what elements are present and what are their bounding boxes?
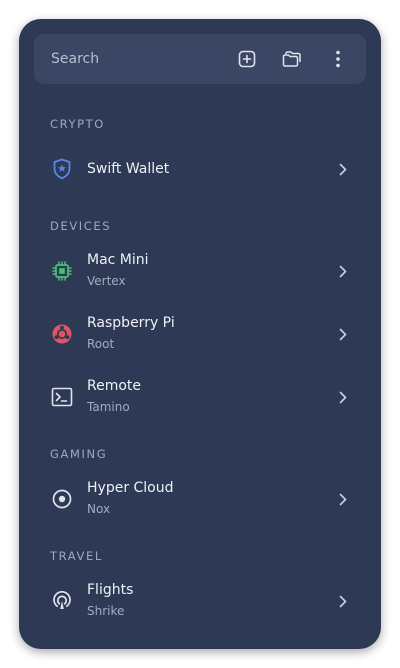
item-title: Remote	[87, 378, 142, 394]
item-title: Flights	[87, 582, 134, 598]
item-subtitle: Nox	[87, 502, 111, 516]
raspberry-pi-icon	[51, 323, 73, 345]
list-item-flights[interactable]: Flights Shrike	[34, 574, 366, 628]
list-item-mac-mini[interactable]: Mac Mini Vertex	[34, 244, 366, 298]
vault-panel: CRYPTO Swift Wallet DEVICES Mac Mini Ver…	[19, 19, 381, 649]
target-icon	[51, 488, 73, 510]
list-item-raspberry-pi[interactable]: Raspberry Pi Root	[34, 307, 366, 361]
chevron-right-icon	[337, 593, 349, 609]
item-subtitle: Shrike	[87, 604, 125, 618]
chip-icon	[51, 260, 73, 282]
chevron-right-icon	[337, 491, 349, 507]
vertical-dots-icon	[336, 50, 340, 68]
add-item-button[interactable]	[235, 47, 259, 71]
section-header-devices: DEVICES	[50, 219, 112, 233]
list-item-hyper-cloud[interactable]: Hyper Cloud Nox	[34, 472, 366, 526]
list-item-remote[interactable]: Remote Tamino	[34, 370, 366, 424]
list-item-swift-wallet[interactable]: Swift Wallet	[34, 142, 366, 196]
item-title: Swift Wallet	[87, 161, 170, 177]
chevron-right-icon	[337, 263, 349, 279]
item-subtitle: Root	[87, 337, 115, 351]
item-title: Hyper Cloud	[87, 480, 174, 496]
section-header-gaming: GAMING	[50, 447, 108, 461]
podcast-icon	[51, 590, 73, 612]
search-input[interactable]	[34, 34, 224, 84]
folders-icon	[282, 51, 301, 67]
section-header-travel: TRAVEL	[50, 549, 103, 563]
section-header-crypto: CRYPTO	[50, 117, 105, 131]
item-title: Raspberry Pi	[87, 315, 175, 331]
search-bar	[34, 34, 366, 84]
item-subtitle: Vertex	[87, 274, 126, 288]
chevron-right-icon	[337, 326, 349, 342]
chevron-right-icon	[337, 389, 349, 405]
folders-button[interactable]	[280, 47, 304, 71]
shield-star-icon	[51, 158, 73, 180]
more-menu-button[interactable]	[326, 47, 350, 71]
item-title: Mac Mini	[87, 252, 149, 268]
plus-square-icon	[238, 50, 256, 68]
item-subtitle: Tamino	[87, 400, 130, 414]
chevron-right-icon	[337, 161, 349, 177]
terminal-icon	[51, 386, 73, 408]
